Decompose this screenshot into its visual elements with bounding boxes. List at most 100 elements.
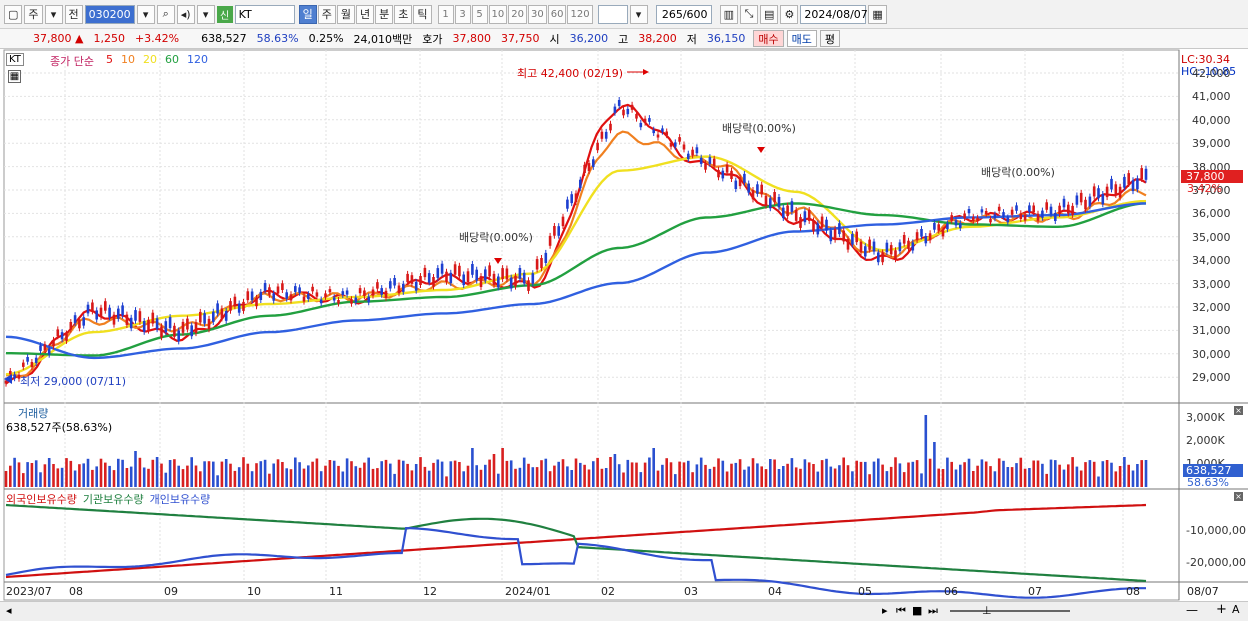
candle-body (367, 296, 370, 303)
candle-body (410, 275, 414, 284)
candle-body (190, 325, 193, 337)
candle-body (173, 325, 176, 337)
candle-body (540, 258, 543, 269)
volume-bar (445, 476, 448, 487)
holding-legend-item: 외국인보유수량 (6, 493, 77, 506)
volume-bar (712, 466, 716, 487)
candle-body (712, 158, 716, 166)
ma-legend-item: 10 (121, 53, 135, 66)
chart-canvas[interactable] (0, 0, 1248, 621)
price-tick: 36,000 (1192, 207, 1231, 221)
volume-bar (134, 451, 137, 487)
bottom-scrollbar[interactable]: ◂ ▸ ⏮ ■ ⏭ ⊥ — + A (0, 601, 1248, 621)
close-panel-icon[interactable]: × (1234, 492, 1243, 501)
volume-bar (704, 464, 707, 487)
zoom-slider-handle[interactable]: ⊥ (982, 604, 992, 617)
first-page-icon[interactable]: ⏮ (896, 604, 906, 618)
volume-bar (920, 473, 923, 487)
volume-bar (1110, 462, 1113, 487)
candle-body (203, 313, 206, 324)
volume-bar (384, 459, 388, 487)
volume-bar (566, 466, 569, 487)
last-page-icon[interactable]: ⏭ (928, 604, 938, 618)
volume-bar (332, 460, 336, 487)
candle-body (475, 269, 478, 281)
volume-bar (993, 471, 997, 487)
price-tick: 32,000 (1192, 301, 1231, 314)
candle-body (527, 280, 530, 291)
candle-body (1144, 168, 1148, 180)
volume-bar (1041, 463, 1044, 487)
candle-body (4, 380, 8, 384)
close-panel-icon[interactable]: × (1234, 406, 1243, 415)
volume-bar (488, 459, 491, 487)
candle-body (160, 326, 163, 338)
volume-bar (186, 465, 189, 487)
volume-bar (747, 466, 750, 487)
candle-body (617, 100, 621, 106)
candle-body (246, 291, 250, 301)
volume-bar (224, 459, 228, 487)
candle-body (380, 288, 383, 295)
candle-body (69, 322, 73, 330)
candle-body (842, 230, 845, 242)
candle-body (574, 193, 578, 203)
candle-body (570, 194, 573, 204)
volume-bar (82, 463, 85, 487)
candle-body (125, 314, 129, 325)
volume-bar (898, 463, 902, 487)
candle-body (259, 291, 263, 300)
x-axis-label: 04 (768, 585, 782, 598)
candle-body (648, 118, 651, 122)
volume-bar (829, 466, 833, 487)
volume-bar (39, 472, 42, 487)
volume-bar (946, 457, 949, 487)
volume-bar (522, 457, 526, 487)
candle-body (406, 273, 409, 283)
table-icon[interactable]: ▦ (8, 70, 21, 83)
volume-bar (203, 461, 206, 487)
scroll-right-icon[interactable]: ▸ (882, 604, 888, 617)
candle-body (833, 228, 837, 240)
candle-body (142, 321, 146, 332)
volume-bar (872, 461, 876, 487)
price-tick: 35,000 (1192, 230, 1231, 244)
candle-body (1023, 214, 1027, 221)
candle-body (877, 252, 880, 263)
candle-body (440, 263, 444, 274)
volume-bar (1054, 460, 1057, 487)
candle-body (531, 273, 535, 284)
candle-body (561, 216, 565, 227)
x-axis-label: 07 (1028, 585, 1042, 598)
candle-body (846, 238, 850, 250)
volume-bar (402, 460, 405, 487)
font-size-icon[interactable]: A (1232, 603, 1240, 616)
candle-body (242, 301, 245, 311)
candle-body (596, 142, 599, 151)
volume-bar (695, 464, 699, 487)
volume-bar (782, 466, 785, 487)
candle-body (898, 242, 902, 252)
volume-bar (233, 470, 237, 487)
candle-body (332, 297, 336, 301)
scroll-left-icon[interactable]: ◂ (6, 604, 12, 617)
volume-bar (1019, 457, 1023, 487)
stop-icon[interactable]: ■ (912, 604, 922, 617)
volume-bar (43, 464, 47, 487)
candle-body (298, 287, 301, 293)
candle-body (445, 271, 448, 282)
candle-body (384, 290, 388, 298)
zoom-in-icon[interactable]: + (1216, 602, 1227, 617)
candle-body (354, 297, 358, 303)
zoom-slider[interactable] (950, 610, 1070, 612)
volume-bar (363, 462, 366, 487)
candle-body (324, 293, 327, 297)
volume-bar (155, 457, 159, 487)
candle-body (743, 173, 746, 183)
zoom-out-icon[interactable]: — (1186, 603, 1198, 617)
candle-body (553, 226, 556, 236)
stock-tag[interactable]: KT (6, 53, 24, 66)
candle-body (229, 301, 232, 311)
candle-body (609, 123, 612, 131)
volume-bar (630, 462, 634, 487)
